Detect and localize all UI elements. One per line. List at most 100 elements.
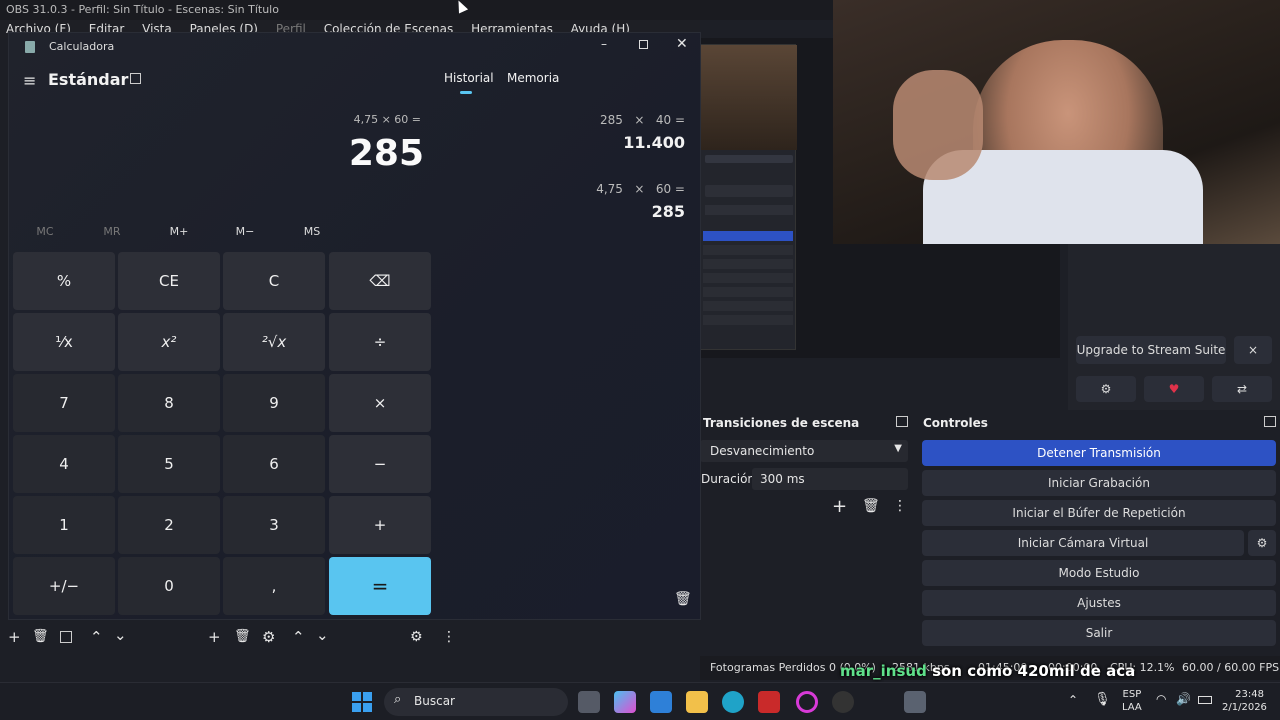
hamburger-icon[interactable]: ≡ xyxy=(23,71,36,90)
upgrade-stream-suite-button[interactable]: Upgrade to Stream Suite xyxy=(1076,336,1226,364)
divide-key[interactable]: ÷ xyxy=(329,313,431,371)
dock-float-icon[interactable] xyxy=(896,416,908,427)
digit-6-key[interactable]: 6 xyxy=(223,435,325,493)
copilot-icon[interactable] xyxy=(614,691,636,713)
duration-field[interactable]: 300 ms xyxy=(752,468,908,490)
backspace-key[interactable]: ⌫ xyxy=(329,252,431,310)
fps: 60.00 / 60.00 FPS xyxy=(1182,661,1280,674)
heart-icon[interactable]: ♥ xyxy=(1144,376,1204,402)
chevron-up-icon[interactable]: ⌃ xyxy=(1068,693,1078,707)
subtract-key[interactable]: − xyxy=(329,435,431,493)
square-key[interactable]: x² xyxy=(118,313,220,371)
equals-key[interactable]: = xyxy=(329,557,431,615)
chevron-down-icon[interactable]: ⌄ xyxy=(316,626,329,644)
square-root-key[interactable]: ²√x xyxy=(223,313,325,371)
memory-add-button[interactable]: M+ xyxy=(149,225,209,238)
exit-button[interactable]: Salir xyxy=(922,620,1276,646)
multiply-key[interactable]: × xyxy=(329,374,431,432)
battery-icon[interactable] xyxy=(1198,696,1212,704)
taskbar: ⌕ Buscar ⌃ 🎙 ESP LAA ◠ 🔊 23:48 2/1/2026 xyxy=(0,682,1280,720)
tab-memory[interactable]: Memoria xyxy=(507,71,559,85)
add-key[interactable]: + xyxy=(329,496,431,554)
history-value-1[interactable]: 11.400 xyxy=(529,133,685,152)
chat-message: son como 420mil de aca xyxy=(932,662,1136,680)
opera-icon[interactable] xyxy=(796,691,818,713)
trash-icon[interactable]: 🗑 xyxy=(32,629,49,644)
trash-icon[interactable]: 🗑 xyxy=(234,629,251,644)
refresh-icon[interactable]: ⇄ xyxy=(1212,376,1272,402)
history-expr-1[interactable]: 285 × 40 = xyxy=(529,113,685,127)
reciprocal-key[interactable]: ⅟x xyxy=(13,313,115,371)
filter-icon[interactable] xyxy=(60,631,72,643)
clock[interactable]: 23:48 2/1/2026 xyxy=(1222,688,1267,714)
memory-store-button[interactable]: MS xyxy=(282,225,342,238)
chevron-down-icon[interactable]: ⌄ xyxy=(114,626,127,644)
pdf-icon[interactable] xyxy=(758,691,780,713)
wifi-icon[interactable]: ◠ xyxy=(1156,692,1166,706)
windows-start-icon[interactable] xyxy=(352,692,372,712)
digit-2-key[interactable]: 2 xyxy=(118,496,220,554)
language-indicator[interactable]: ESP LAA xyxy=(1122,688,1142,714)
gear-icon[interactable]: ⚙ xyxy=(1076,376,1136,402)
decimal-key[interactable]: , xyxy=(223,557,325,615)
trash-icon[interactable]: 🗑 xyxy=(674,591,692,607)
add-icon[interactable]: + xyxy=(208,628,221,646)
trash-icon[interactable]: 🗑 xyxy=(862,498,880,514)
digit-5-key[interactable]: 5 xyxy=(118,435,220,493)
clear-entry-key[interactable]: CE xyxy=(118,252,220,310)
virtual-camera-settings-icon[interactable]: ⚙ xyxy=(1248,530,1276,556)
obs-icon[interactable] xyxy=(832,691,854,713)
controls-dock: Controles Detener Transmisión Iniciar Gr… xyxy=(918,412,1280,650)
audio-settings-icon[interactable]: ⚙ xyxy=(410,629,423,645)
negate-key[interactable]: +/− xyxy=(13,557,115,615)
digit-8-key[interactable]: 8 xyxy=(118,374,220,432)
calculator-title: Calculadora xyxy=(49,40,115,53)
memory-subtract-button[interactable]: M− xyxy=(215,225,275,238)
tab-history[interactable]: Historial xyxy=(444,71,494,85)
task-view-icon[interactable] xyxy=(578,691,600,713)
more-icon[interactable]: ⋮ xyxy=(893,498,907,514)
keep-on-top-icon[interactable] xyxy=(130,73,141,84)
history-value-2[interactable]: 285 xyxy=(529,202,685,221)
chevron-up-icon[interactable]: ⌃ xyxy=(292,628,305,646)
stop-stream-button[interactable]: Detener Transmisión xyxy=(922,440,1276,466)
minimize-icon[interactable]: – xyxy=(601,37,607,51)
close-icon[interactable]: ✕ xyxy=(676,36,688,52)
tab-history-underline xyxy=(460,91,472,94)
gear-icon[interactable]: ⚙ xyxy=(262,628,275,646)
percent-key[interactable]: % xyxy=(13,252,115,310)
memory-recall-button[interactable]: MR xyxy=(82,225,142,238)
start-recording-button[interactable]: Iniciar Grabación xyxy=(922,470,1276,496)
digit-0-key[interactable]: 0 xyxy=(118,557,220,615)
chevron-down-icon: ▼ xyxy=(894,443,902,454)
add-icon[interactable]: + xyxy=(832,496,847,517)
digit-7-key[interactable]: 7 xyxy=(13,374,115,432)
microphone-icon[interactable]: 🎙 xyxy=(1094,692,1111,707)
digit-3-key[interactable]: 3 xyxy=(223,496,325,554)
start-virtual-camera-button[interactable]: Iniciar Cámara Virtual xyxy=(922,530,1244,556)
edge-icon[interactable] xyxy=(722,691,744,713)
clear-key[interactable]: C xyxy=(223,252,325,310)
settings-button[interactable]: Ajustes xyxy=(922,590,1276,616)
digit-1-key[interactable]: 1 xyxy=(13,496,115,554)
memory-clear-button[interactable]: MC xyxy=(15,225,75,238)
calculator-app-icon xyxy=(25,41,35,53)
maximize-icon[interactable] xyxy=(639,40,648,49)
start-replay-buffer-button[interactable]: Iniciar el Búfer de Repetición xyxy=(922,500,1276,526)
chevron-up-icon[interactable]: ⌃ xyxy=(90,628,103,646)
more-icon[interactable]: ⋮ xyxy=(442,629,456,645)
studio-mode-button[interactable]: Modo Estudio xyxy=(922,560,1276,586)
add-icon[interactable]: + xyxy=(8,628,21,646)
calculator-icon[interactable] xyxy=(904,691,926,713)
file-explorer-icon[interactable] xyxy=(686,691,708,713)
close-icon[interactable]: × xyxy=(1234,336,1272,364)
digit-9-key[interactable]: 9 xyxy=(223,374,325,432)
transition-select[interactable]: Desvanecimiento ▼ xyxy=(700,440,908,462)
digit-4-key[interactable]: 4 xyxy=(13,435,115,493)
volume-icon[interactable]: 🔊 xyxy=(1176,692,1191,706)
dock-float-icon[interactable] xyxy=(1264,416,1276,427)
sources-toolbar: + 🗑 ⚙ ⌃ ⌄ xyxy=(202,624,398,652)
history-expr-2[interactable]: 4,75 × 60 = xyxy=(529,182,685,196)
taskbar-search[interactable]: ⌕ Buscar xyxy=(384,688,568,716)
photos-icon[interactable] xyxy=(650,691,672,713)
